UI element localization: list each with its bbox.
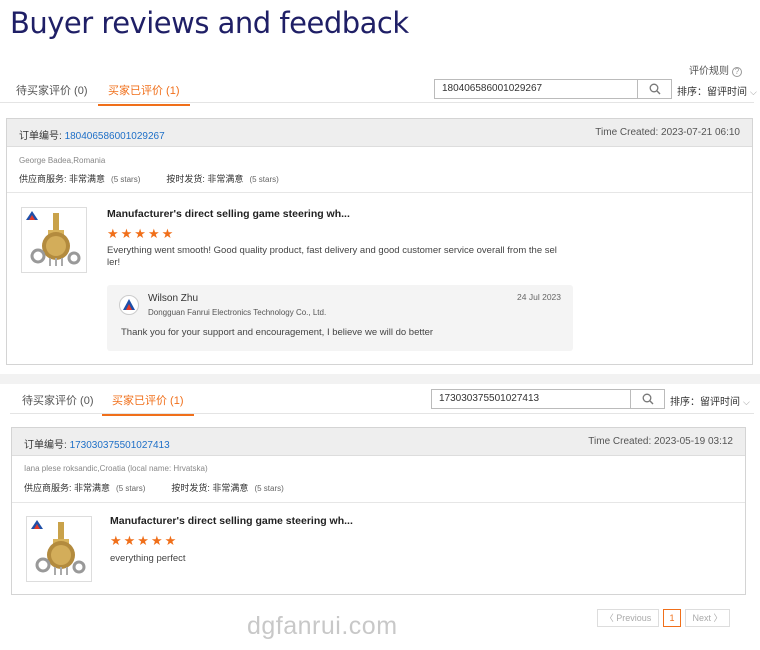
chevron-down-icon: ⌵ bbox=[750, 87, 757, 97]
order-search-input[interactable]: 180406586001029267 bbox=[434, 79, 672, 99]
review-card: 订单编号: 173030375501027413 Time Created: 2… bbox=[11, 427, 746, 595]
seller-company: Dongguan Fanrui Electronics Technology C… bbox=[148, 308, 327, 317]
sort-dropdown[interactable]: 排序：留评时间 ⌵ bbox=[677, 83, 757, 98]
review-comment: Everything went smooth! Good quality pro… bbox=[107, 245, 557, 268]
order-number-link[interactable]: 173030375501027413 bbox=[70, 440, 170, 451]
search-button[interactable] bbox=[637, 80, 671, 98]
review-rules-link[interactable]: 评价规则? bbox=[689, 62, 742, 77]
page-heading: Buyer reviews and feedback bbox=[10, 6, 409, 40]
seller-avatar bbox=[119, 295, 139, 315]
reply-text: Thank you for your support and encourage… bbox=[121, 327, 434, 338]
star-rating: ★★★★★ bbox=[107, 226, 176, 241]
search-icon bbox=[649, 83, 660, 95]
pagination: 〈 Previous 1 Next 〉 bbox=[597, 609, 737, 627]
product-thumbnail[interactable] bbox=[26, 516, 92, 582]
star-rating: ★★★★★ bbox=[110, 533, 179, 548]
order-header: 订单编号: 173030375501027413 Time Created: 2… bbox=[12, 428, 745, 456]
previous-page-button[interactable]: 〈 Previous bbox=[597, 609, 659, 627]
buyer-info: George Badea,Romania bbox=[19, 156, 106, 165]
review-card: 订单编号: 180406586001029267 Time Created: 2… bbox=[6, 118, 753, 365]
reply-date: 24 Jul 2023 bbox=[517, 292, 561, 302]
product-title[interactable]: Manufacturer's direct selling game steer… bbox=[110, 515, 353, 527]
seller-reply: Wilson Zhu Dongguan Fanrui Electronics T… bbox=[107, 285, 573, 351]
chevron-down-icon: ⌵ bbox=[743, 397, 750, 407]
search-button[interactable] bbox=[630, 390, 664, 408]
fanrui-logo-icon bbox=[123, 299, 135, 310]
seller-name: Wilson Zhu bbox=[148, 293, 199, 304]
order-number: 订单编号: 180406586001029267 bbox=[19, 131, 165, 142]
service-ratings: 供应商服务: 非常满意 (5 stars) 按时发货: 非常满意 (5 stars) bbox=[24, 483, 284, 493]
watermark: dgfanrui.com bbox=[247, 612, 398, 640]
help-icon: ? bbox=[732, 67, 742, 77]
sort-dropdown[interactable]: 排序：留评时间 ⌵ bbox=[670, 393, 750, 408]
order-search-input[interactable]: 173030375501027413 bbox=[431, 389, 665, 409]
potentiometer-image bbox=[26, 211, 81, 266]
tab-divider bbox=[10, 413, 754, 414]
order-header: 订单编号: 180406586001029267 Time Created: 2… bbox=[7, 119, 752, 147]
search-icon bbox=[642, 393, 653, 405]
time-created: Time Created: 2023-05-19 03:12 bbox=[588, 436, 733, 447]
tab-pending-reviews[interactable]: 待买家评价 (0) bbox=[22, 392, 94, 414]
buyer-info: Iana plese roksandic,Croatia (local name… bbox=[24, 464, 208, 473]
next-page-button[interactable]: Next 〉 bbox=[685, 609, 730, 627]
tab-pending-reviews[interactable]: 待买家评价 (0) bbox=[16, 82, 88, 104]
product-title[interactable]: Manufacturer's direct selling game steer… bbox=[107, 208, 350, 220]
page-1-button[interactable]: 1 bbox=[663, 609, 681, 627]
section-separator bbox=[0, 374, 760, 384]
product-thumbnail[interactable] bbox=[21, 207, 87, 273]
service-ratings: 供应商服务: 非常满意 (5 stars) 按时发货: 非常满意 (5 stars) bbox=[19, 174, 279, 184]
review-comment: everything perfect bbox=[110, 553, 186, 564]
order-number: 订单编号: 173030375501027413 bbox=[24, 440, 170, 451]
tab-divider bbox=[0, 102, 754, 103]
potentiometer-image bbox=[31, 520, 86, 575]
time-created: Time Created: 2023-07-21 06:10 bbox=[595, 127, 740, 138]
order-number-link[interactable]: 180406586001029267 bbox=[65, 131, 165, 142]
